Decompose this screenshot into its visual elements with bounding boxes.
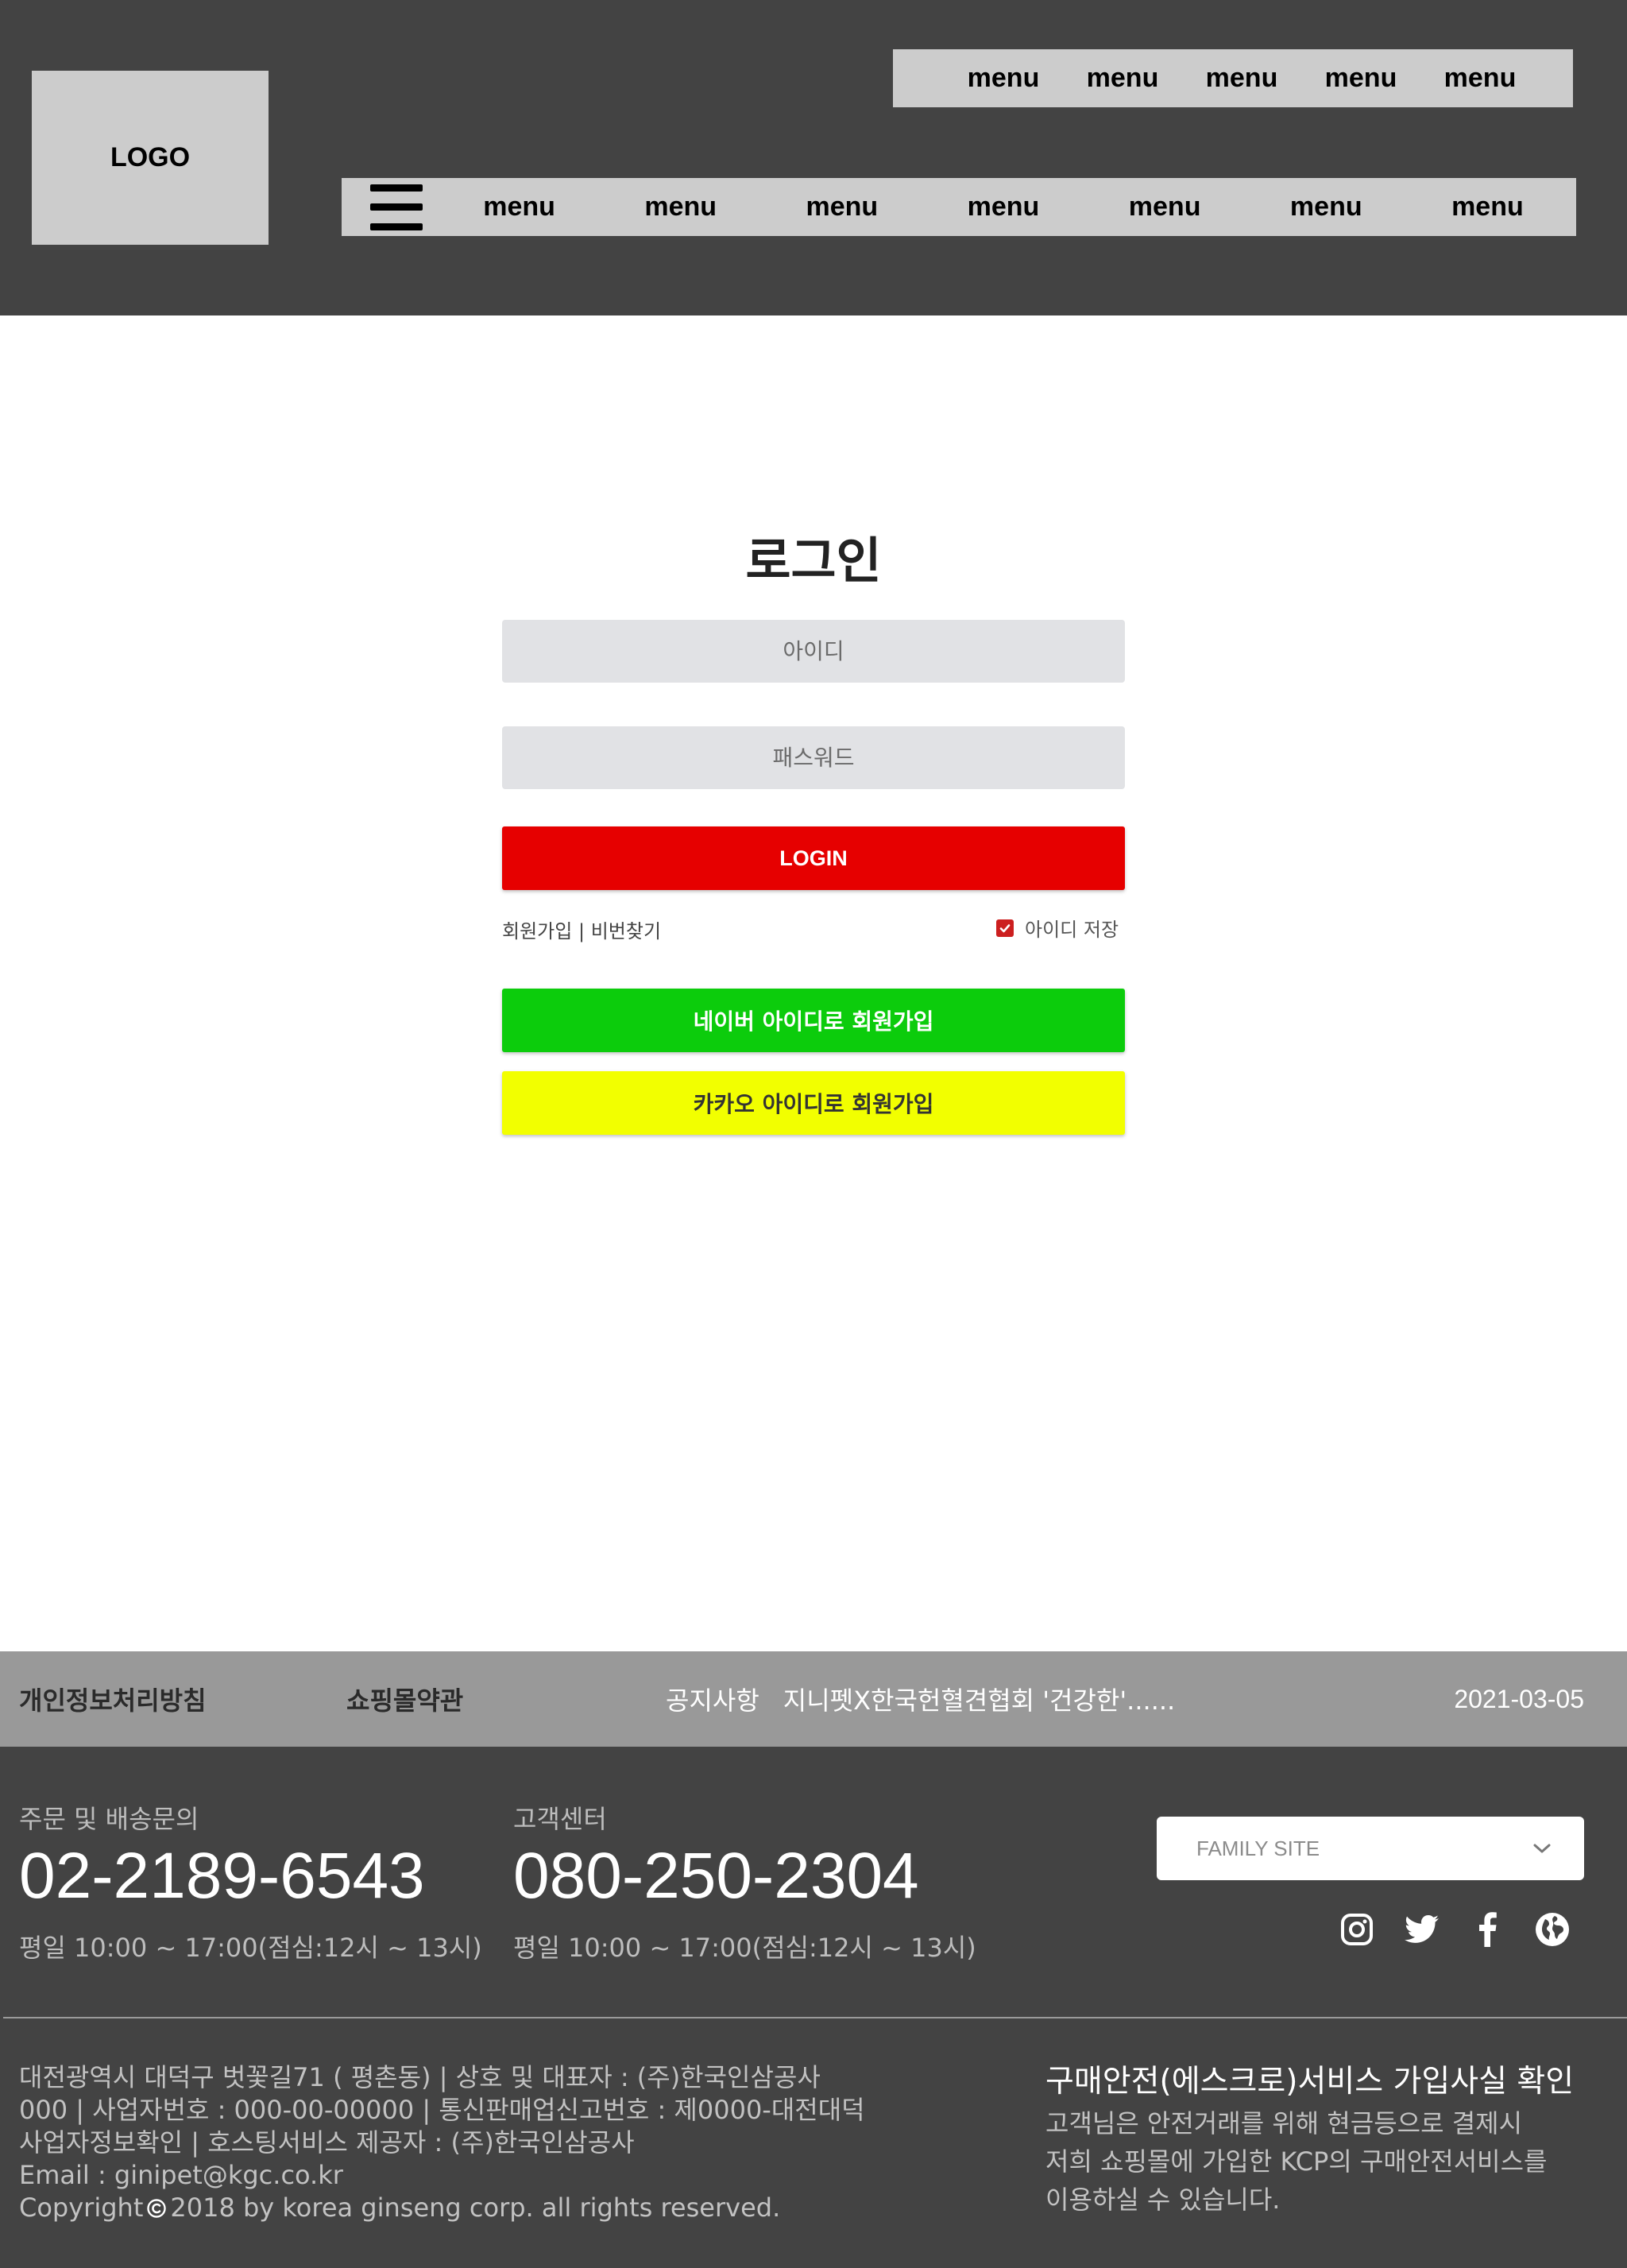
company-line: 000 | 사업자번호 : 000-00-00000 | 통신판매업신고번호 :…: [19, 2095, 865, 2125]
family-site-select[interactable]: FAMILY SITE: [1157, 1817, 1584, 1880]
top-menu-item[interactable]: menu: [1063, 63, 1182, 94]
signup-link[interactable]: 회원가입: [502, 920, 572, 942]
main-menu-item[interactable]: menu: [1451, 192, 1524, 223]
header: LOGO menu menu menu menu menu menu menu …: [0, 0, 1627, 315]
link-separator: |: [578, 920, 585, 942]
order-label: 주문 및 배송문의: [19, 1804, 199, 1834]
main-menu-item[interactable]: menu: [1290, 192, 1362, 223]
escrow-desc-line: 저희 쇼핑몰에 가입한 KCP의 구매안전서비스를: [1045, 2146, 1548, 2177]
copyright: Copyright 2018 by korea ginseng corp. al…: [19, 2192, 865, 2224]
cs-label: 고객센터: [513, 1804, 607, 1834]
notice[interactable]: 공지사항 지니펫X한국헌혈견협회 '건강한'......: [666, 1651, 1175, 1747]
company-line: 대전광역시 대덕구 벗꽃길71 ( 평촌동) | 상호 및 대표자 : (주)한…: [19, 2062, 821, 2092]
notice-bar: 개인정보처리방침 쇼핑몰약관 공지사항 지니펫X한국헌혈견협회 '건강한'...…: [0, 1651, 1627, 1747]
login-title: 로그인: [745, 532, 882, 590]
top-menu-item[interactable]: menu: [1182, 63, 1301, 94]
top-menu-item[interactable]: menu: [1420, 63, 1540, 94]
facebook-icon[interactable]: [1468, 1910, 1506, 1949]
footer: 주문 및 배송문의 02-2189-6543 평일 10:00 ~ 17:00(…: [0, 1747, 1627, 2268]
main-menu-item[interactable]: menu: [968, 192, 1040, 223]
escrow-info: 구매안전(에스크로)서비스 가입사실 확인 고객님은 안전거래를 위해 현금등으…: [1045, 2057, 1602, 2219]
cs-phone: 080-250-2304: [513, 1840, 919, 1912]
kakao-signup-button[interactable]: 카카오 아이디로 회원가입: [502, 1071, 1125, 1135]
escrow-desc-line: 이용하실 수 있습니다.: [1045, 2185, 1281, 2215]
id-input[interactable]: [502, 620, 1125, 683]
top-menu-item[interactable]: menu: [944, 63, 1063, 94]
remember-id-label: 아이디 저장: [1025, 919, 1119, 941]
main-menu-items: menu menu menu menu menu menu menu: [423, 192, 1576, 223]
company-email: Email : ginipet@kgc.co.kr: [19, 2160, 343, 2190]
escrow-desc-line: 고객님은 안전거래를 위해 현금등으로 결제시: [1045, 2108, 1523, 2138]
top-menu: menu menu menu menu menu: [893, 49, 1573, 107]
password-input[interactable]: [502, 726, 1125, 789]
cs-contact: 고객센터 080-250-2304 평일 10:00 ~ 17:00(점심:12…: [513, 1799, 976, 1964]
chevron-down-icon: [1533, 1844, 1551, 1853]
remember-id-checkbox[interactable]: [996, 919, 1014, 937]
main-menu-item[interactable]: menu: [806, 192, 879, 223]
footer-divider: [3, 2017, 1627, 2018]
company-line: 사업자정보확인 | 호스팅서비스 제공자 : (주)한국인삼공사: [19, 2127, 635, 2158]
remember-id[interactable]: 아이디 저장: [996, 914, 1119, 942]
check-icon: [999, 923, 1011, 932]
main-menu-item[interactable]: menu: [644, 192, 717, 223]
main-menu-item[interactable]: menu: [1129, 192, 1201, 223]
copyright-icon: [147, 2198, 167, 2218]
notice-text: 지니펫X한국헌혈견협회 '건강한'......: [783, 1686, 1176, 1716]
naver-signup-button[interactable]: 네이버 아이디로 회원가입: [502, 989, 1125, 1052]
copyright-prefix: Copyright: [19, 2193, 144, 2223]
twitter-icon[interactable]: [1403, 1910, 1441, 1949]
account-links: 회원가입 | 비번찾기: [502, 915, 661, 943]
logo[interactable]: LOGO: [32, 71, 269, 245]
order-hours: 평일 10:00 ~ 17:00(점심:12시 ~ 13시): [19, 1933, 482, 1963]
main-menu: menu menu menu menu menu menu menu: [342, 178, 1576, 236]
top-menu-item[interactable]: menu: [1301, 63, 1420, 94]
family-site-label: FAMILY SITE: [1196, 1836, 1320, 1860]
instagram-icon[interactable]: [1338, 1910, 1376, 1949]
globe-icon[interactable]: [1533, 1910, 1571, 1949]
escrow-title[interactable]: 구매안전(에스크로)서비스 가입사실 확인: [1045, 2057, 1602, 2101]
hamburger-menu-icon[interactable]: [370, 184, 423, 230]
notice-label: 공지사항: [666, 1686, 759, 1716]
company-info: 대전광역시 대덕구 벗꽃길71 ( 평촌동) | 상호 및 대표자 : (주)한…: [19, 2061, 865, 2224]
terms-link[interactable]: 쇼핑몰약관: [346, 1651, 463, 1747]
copyright-text: 2018 by korea ginseng corp. all rights r…: [170, 2193, 781, 2223]
order-contact: 주문 및 배송문의 02-2189-6543 평일 10:00 ~ 17:00(…: [19, 1799, 482, 1964]
order-phone: 02-2189-6543: [19, 1840, 425, 1912]
main-menu-item[interactable]: menu: [483, 192, 555, 223]
privacy-policy-link[interactable]: 개인정보처리방침: [19, 1651, 207, 1747]
cs-hours: 평일 10:00 ~ 17:00(점심:12시 ~ 13시): [513, 1933, 976, 1963]
notice-date: 2021-03-05: [1454, 1684, 1584, 1713]
social-icons: [1338, 1910, 1571, 1949]
find-password-link[interactable]: 비번찾기: [591, 920, 661, 942]
login-button[interactable]: LOGIN: [502, 826, 1125, 890]
